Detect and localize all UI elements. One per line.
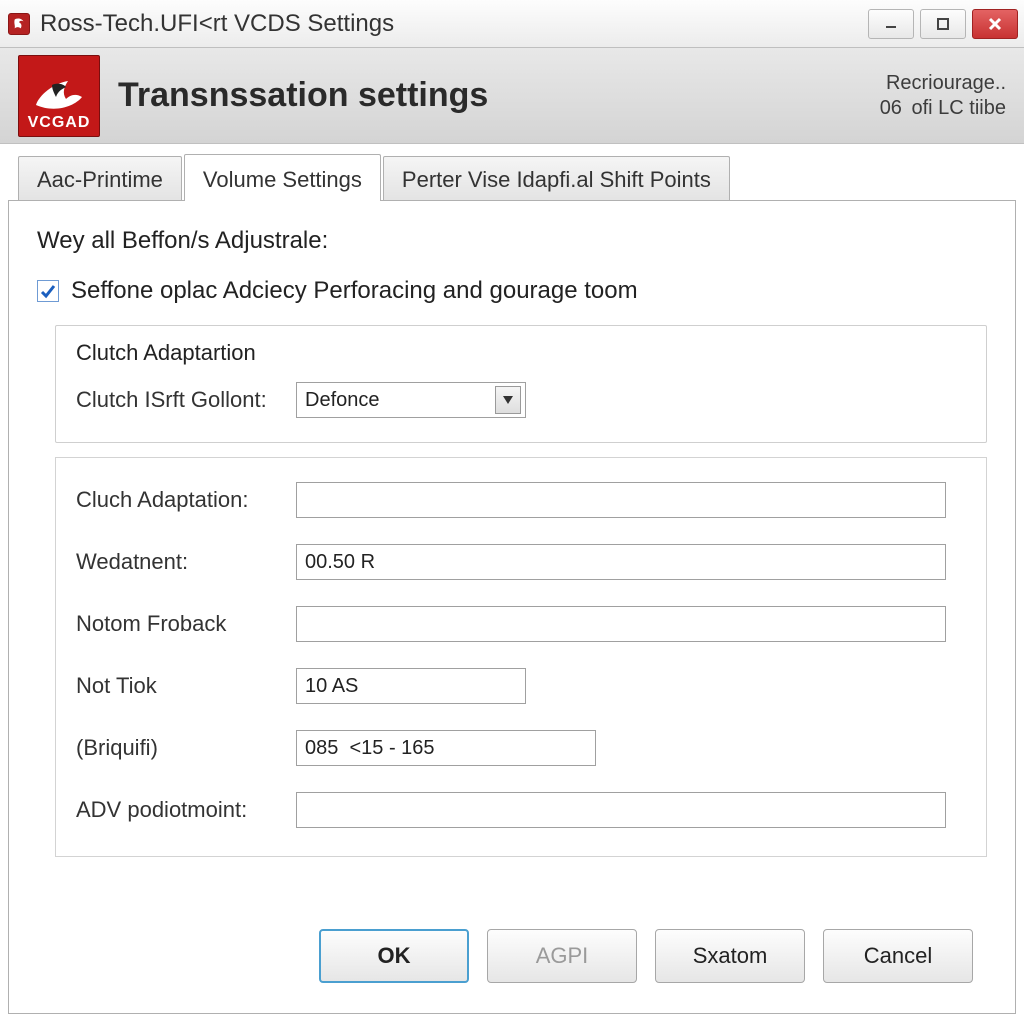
param-label-0: Cluch Adaptation: bbox=[76, 487, 286, 513]
cancel-button[interactable]: Cancel bbox=[823, 929, 973, 983]
cluch-adaptation-field[interactable] bbox=[296, 482, 946, 518]
app-icon bbox=[8, 13, 30, 35]
not-tiok-field[interactable] bbox=[296, 668, 526, 704]
param-label-3: Not Tiok bbox=[76, 673, 286, 699]
param-row-1: Wedatnent: bbox=[76, 538, 966, 586]
tabstrip: Aac-Printime Volume Settings Perter Vise… bbox=[8, 150, 1016, 200]
checkbox-row: Seffone oplac Adciecy Perforacing and go… bbox=[37, 277, 987, 305]
sxatom-button[interactable]: Sxatom bbox=[655, 929, 805, 983]
adv-podiotmoint-field[interactable] bbox=[296, 792, 946, 828]
agpi-button[interactable]: AGPI bbox=[487, 929, 637, 983]
param-label-2: Notom Froback bbox=[76, 611, 286, 637]
combo-value: Defonce bbox=[305, 389, 380, 412]
combo-label: Clutch ISrft Gollont: bbox=[76, 387, 286, 413]
window-controls bbox=[868, 9, 1018, 39]
page-title: Transnssation settings bbox=[118, 76, 862, 115]
tab-aac-printime[interactable]: Aac-Printime bbox=[18, 156, 182, 201]
param-row-0: Cluch Adaptation: bbox=[76, 476, 966, 524]
minimize-button[interactable] bbox=[868, 9, 914, 39]
param-label-1: Wedatnent: bbox=[76, 549, 286, 575]
params-group: Cluch Adaptation: Wedatnent: Notom Froba… bbox=[55, 457, 987, 857]
brand-logo: VCGAD bbox=[18, 55, 100, 137]
header: VCGAD Transnssation settings Recriourage… bbox=[0, 48, 1024, 144]
brand-logo-text: VCGAD bbox=[19, 114, 99, 132]
section-heading: Wey all Beffon/s Adjustrale: bbox=[37, 227, 987, 255]
tab-volume-settings[interactable]: Volume Settings bbox=[184, 154, 381, 201]
window-title: Ross-Tech.UFI<rt VCDS Settings bbox=[40, 10, 868, 38]
tabpanel: Wey all Beffon/s Adjustrale: Seffone opl… bbox=[8, 200, 1016, 1014]
seffone-checkbox-label: Seffone oplac Adciecy Perforacing and go… bbox=[71, 277, 638, 305]
clutch-isrft-combo[interactable]: Defonce bbox=[296, 382, 526, 418]
close-button[interactable] bbox=[972, 9, 1018, 39]
param-row-4: (Briquifi) bbox=[76, 724, 966, 772]
clutch-adaptation-group: Clutch Adaptartion Clutch ISrft Gollont:… bbox=[55, 325, 987, 443]
status-line-1: Recriourage.. bbox=[886, 72, 1006, 94]
group-title: Clutch Adaptartion bbox=[76, 340, 966, 366]
notom-froback-field[interactable] bbox=[296, 606, 946, 642]
param-row-2: Notom Froback bbox=[76, 600, 966, 648]
status-text: Recriourage.. 06 ofi LC tiibe bbox=[880, 71, 1006, 121]
footer-buttons: OK AGPI Sxatom Cancel bbox=[37, 909, 987, 991]
seffone-checkbox[interactable] bbox=[37, 280, 59, 302]
content-area: Aac-Printime Volume Settings Perter Vise… bbox=[0, 144, 1024, 1024]
briquifi-field[interactable] bbox=[296, 730, 596, 766]
param-row-3: Not Tiok bbox=[76, 662, 966, 710]
ok-button[interactable]: OK bbox=[319, 929, 469, 983]
param-row-5: ADV podiotmoint: bbox=[76, 786, 966, 834]
titlebar: Ross-Tech.UFI<rt VCDS Settings bbox=[0, 0, 1024, 48]
wedatnent-field[interactable] bbox=[296, 544, 946, 580]
combo-row: Clutch ISrft Gollont: Defonce bbox=[76, 376, 966, 424]
param-label-4: (Briquifi) bbox=[76, 735, 286, 761]
status-line-2: 06 ofi LC tiibe bbox=[880, 97, 1006, 119]
tab-shift-points[interactable]: Perter Vise Idapfi.al Shift Points bbox=[383, 156, 730, 201]
maximize-button[interactable] bbox=[920, 9, 966, 39]
param-label-5: ADV podiotmoint: bbox=[76, 797, 286, 823]
chevron-down-icon bbox=[495, 386, 521, 414]
